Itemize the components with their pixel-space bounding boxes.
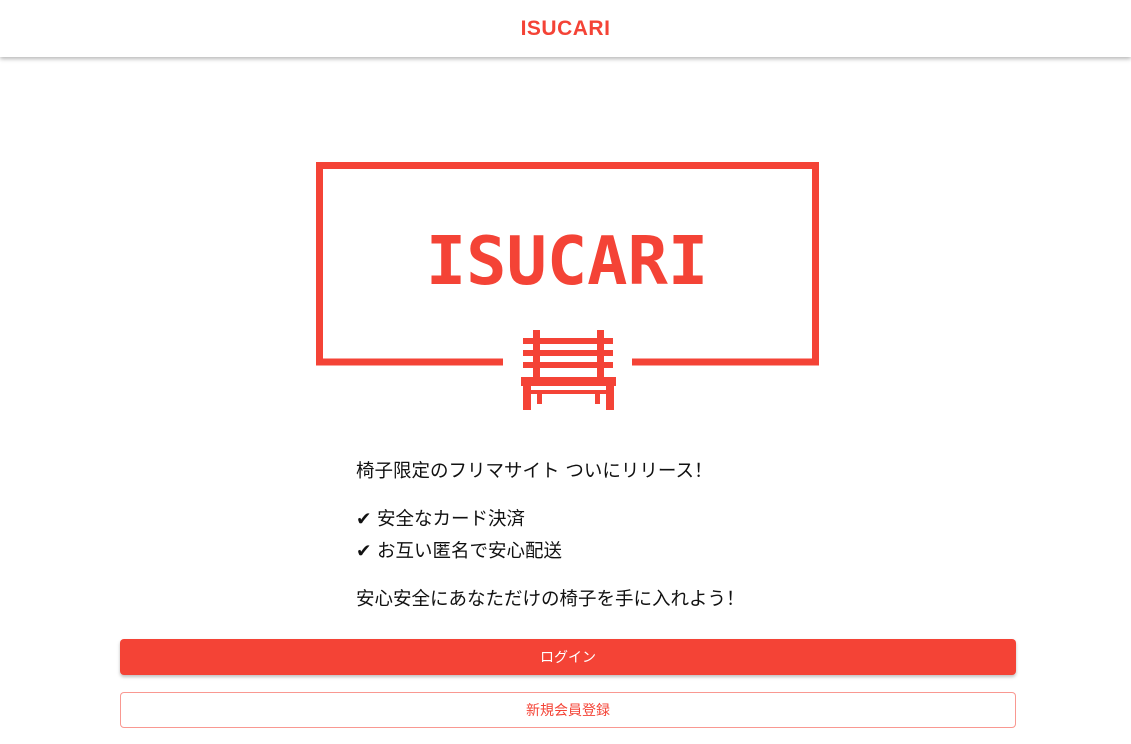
login-button[interactable]: ログイン bbox=[120, 639, 1016, 675]
hero-logo: ISUCARI bbox=[316, 162, 819, 412]
intro-lead: 椅子限定のフリマサイト ついにリリース！ bbox=[356, 461, 713, 482]
intro-closing: 安心安全にあなただけの椅子を手に入れよう！ bbox=[356, 589, 745, 610]
check-icon: ✔ bbox=[356, 541, 372, 562]
feature-item: ✔ 安全なカード決済 bbox=[356, 504, 916, 536]
intro-copy: 椅子限定のフリマサイト ついにリリース！ ✔ 安全なカード決済 ✔ お互い匿名で… bbox=[356, 456, 916, 616]
feature-text: お互い匿名で安心配送 bbox=[377, 541, 563, 562]
check-icon: ✔ bbox=[356, 509, 372, 530]
app-bar: ISUCARI bbox=[0, 0, 1131, 57]
app-title[interactable]: ISUCARI bbox=[521, 17, 611, 41]
bench-icon bbox=[521, 330, 616, 410]
logo-wordmark: ISUCARI bbox=[426, 222, 708, 300]
feature-item: ✔ お互い匿名で安心配送 bbox=[356, 536, 916, 568]
hero-logo-graphic: ISUCARI bbox=[316, 162, 819, 410]
register-button[interactable]: 新規会員登録 bbox=[120, 692, 1016, 728]
feature-text: 安全なカード決済 bbox=[377, 509, 526, 530]
